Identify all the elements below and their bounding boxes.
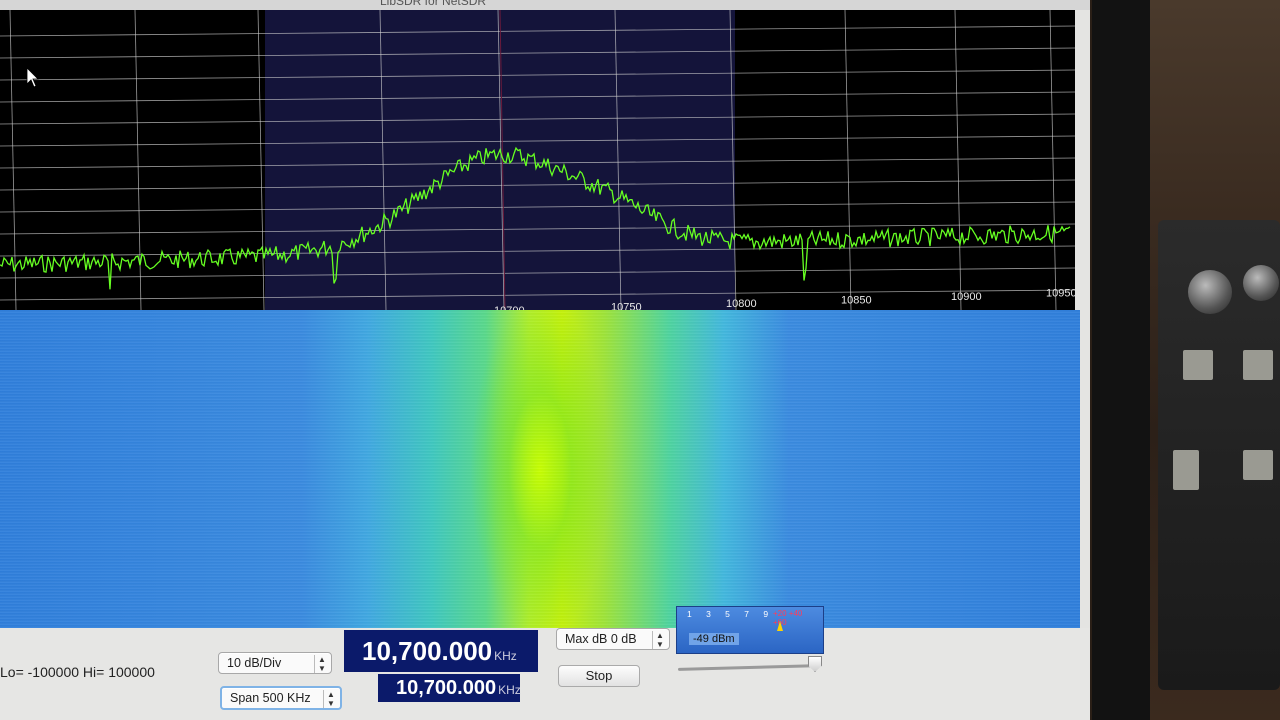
axis-tick-label: 10900	[951, 291, 982, 303]
axis-tick-label: 10800	[726, 298, 757, 310]
span-value: Span 500 KHz	[230, 691, 311, 705]
grid-line	[1049, 10, 1057, 311]
control-bar: Lo= -100000 Hi= 100000 10 dB/Div ▲ ▼ Span…	[0, 606, 1090, 720]
stop-button[interactable]: Stop	[558, 665, 640, 687]
span-select[interactable]: Span 500 KHz ▲ ▼	[220, 686, 342, 710]
radio-button	[1243, 350, 1273, 380]
db-per-div-select[interactable]: 10 dB/Div ▲ ▼	[218, 652, 332, 674]
db-per-div-value: 10 dB/Div	[227, 656, 282, 670]
mouse-cursor-icon	[26, 67, 39, 88]
tuned-frequency-display[interactable]: 10,700.000 KHz	[378, 674, 521, 702]
radio-knob	[1243, 265, 1279, 301]
axis-tick-label: 10950	[1046, 288, 1075, 300]
center-frequency-value: 10,700.000	[362, 636, 493, 666]
spectrum-display[interactable]: 1050010550106001065010700107501080010850…	[0, 10, 1075, 340]
tuned-frequency-unit: KHz	[498, 683, 521, 697]
center-frequency-display[interactable]: 10,700.000 KHz	[344, 630, 538, 672]
stepper-arrows-icon[interactable]: ▲ ▼	[314, 655, 329, 673]
max-db-select[interactable]: Max dB 0 dB ▲ ▼	[556, 628, 670, 650]
grid-line	[257, 10, 265, 311]
s-meter-needle-icon	[777, 621, 783, 631]
s-meter-reading: -49 dBm	[689, 633, 739, 645]
title-bar: LibSDR for NetSDR	[0, 0, 1090, 10]
s-meter-scale: 1 3 5 7 9	[687, 609, 775, 619]
monitor-bezel	[1092, 0, 1152, 720]
stepper-arrows-icon[interactable]: ▲ ▼	[323, 690, 338, 708]
s-meter: 1 3 5 7 9 +20 +40 +60 -49 dBm	[676, 606, 824, 654]
radio-hardware	[1158, 220, 1280, 690]
window-title: LibSDR for NetSDR	[380, 0, 487, 8]
app-window: LibSDR for NetSDR 1050010550106001065010…	[0, 0, 1090, 720]
volume-slider-thumb[interactable]	[808, 656, 822, 672]
radio-button	[1183, 350, 1213, 380]
center-frequency-unit: KHz	[494, 649, 517, 663]
radio-button	[1243, 450, 1273, 480]
waterfall-texture	[0, 310, 1080, 640]
stepper-arrows-icon[interactable]: ▲ ▼	[652, 631, 667, 649]
volume-slider[interactable]	[677, 664, 821, 671]
radio-knob	[1188, 270, 1232, 314]
s-meter-overload-scale: +20 +40 +60	[773, 609, 803, 627]
lo-hi-label: Lo= -100000 Hi= 100000	[0, 664, 155, 680]
tuned-frequency-value: 10,700.000	[396, 677, 497, 699]
spectrum-plot[interactable]: 1050010550106001065010700107501080010850…	[0, 10, 1075, 340]
radio-button	[1173, 450, 1199, 490]
grid-line	[954, 10, 962, 311]
waterfall-display[interactable]	[0, 310, 1080, 640]
max-db-value: Max dB 0 dB	[565, 632, 637, 646]
axis-tick-label: 10850	[841, 295, 872, 307]
